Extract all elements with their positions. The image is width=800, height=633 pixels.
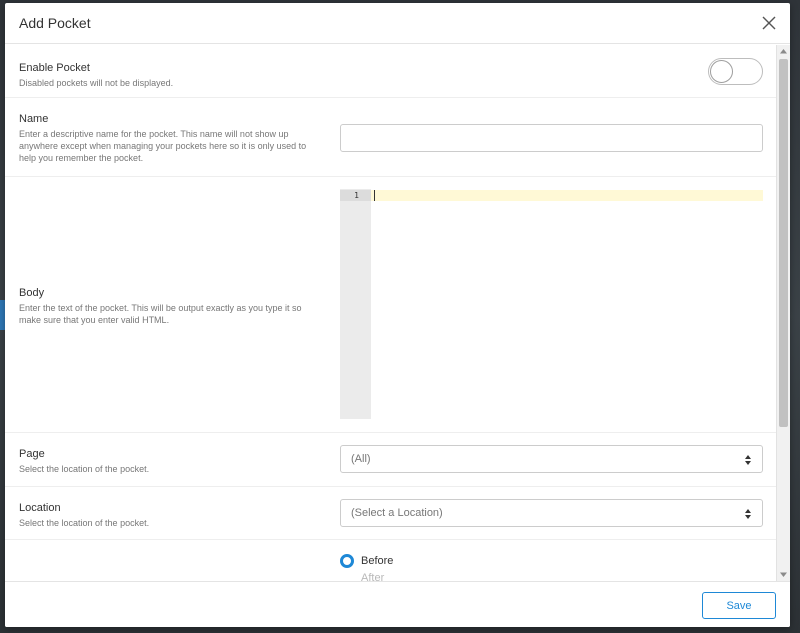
page-title: Page bbox=[19, 448, 45, 460]
location-select-value: (Select a Location) bbox=[351, 507, 443, 519]
close-icon bbox=[762, 16, 776, 30]
modal-footer: Save bbox=[5, 581, 790, 627]
add-pocket-modal: Add Pocket Enable Pocket Disabled pocket… bbox=[5, 3, 790, 627]
body-label-group: Body Enter the text of the pocket. This … bbox=[19, 287, 314, 326]
toggle-knob bbox=[710, 60, 733, 83]
location-title: Location bbox=[19, 502, 61, 514]
modal-header: Add Pocket bbox=[5, 3, 790, 44]
scroll-up-arrow-icon[interactable] bbox=[777, 45, 790, 58]
name-label-group: Name Enter a descriptive name for the po… bbox=[19, 113, 314, 164]
radio-before-label: Before bbox=[361, 555, 394, 567]
name-row: Name Enter a descriptive name for the po… bbox=[5, 98, 776, 177]
page-description: Select the location of the pocket. bbox=[19, 464, 150, 474]
sort-arrows-icon bbox=[745, 455, 751, 465]
name-input[interactable] bbox=[340, 124, 763, 152]
page-select[interactable]: (All) bbox=[340, 445, 763, 473]
body-code-editor[interactable]: 1 bbox=[340, 189, 763, 419]
sort-arrows-icon bbox=[745, 509, 751, 519]
modal-title: Add Pocket bbox=[19, 15, 91, 31]
page-select-value: (All) bbox=[351, 453, 371, 465]
close-button[interactable] bbox=[760, 14, 778, 32]
editor-active-line bbox=[371, 190, 763, 201]
position-row: Before After bbox=[5, 540, 776, 581]
body-description: Enter the text of the pocket. This will … bbox=[19, 303, 302, 325]
modal-scrollbar[interactable] bbox=[776, 45, 790, 581]
page-label-group: Page Select the location of the pocket. bbox=[19, 448, 319, 475]
form-content: Enable Pocket Disabled pockets will not … bbox=[5, 45, 776, 581]
editor-cursor bbox=[374, 190, 375, 201]
name-title: Name bbox=[19, 113, 49, 125]
location-description: Select the location of the pocket. bbox=[19, 518, 150, 528]
body-title: Body bbox=[19, 287, 45, 299]
location-label-group: Location Select the location of the pock… bbox=[19, 502, 319, 529]
line-number: 1 bbox=[340, 190, 371, 201]
scrollbar-thumb[interactable] bbox=[779, 59, 788, 427]
name-description: Enter a descriptive name for the pocket.… bbox=[19, 129, 307, 163]
enable-pocket-toggle[interactable] bbox=[708, 58, 763, 85]
body-row: Body Enter the text of the pocket. This … bbox=[5, 177, 776, 433]
enable-pocket-description: Disabled pockets will not be displayed. bbox=[19, 78, 174, 88]
editor-gutter: 1 bbox=[340, 189, 371, 419]
radio-after-label: After bbox=[361, 572, 385, 581]
save-button[interactable]: Save bbox=[702, 592, 776, 619]
location-select[interactable]: (Select a Location) bbox=[340, 499, 763, 527]
enable-pocket-title: Enable Pocket bbox=[19, 62, 90, 74]
radio-before[interactable] bbox=[340, 554, 354, 568]
location-row: Location Select the location of the pock… bbox=[5, 487, 776, 540]
enable-pocket-label-group: Enable Pocket Disabled pockets will not … bbox=[19, 62, 319, 89]
scroll-down-arrow-icon[interactable] bbox=[777, 568, 790, 581]
modal-body: Enable Pocket Disabled pockets will not … bbox=[5, 45, 790, 581]
page-row: Page Select the location of the pocket. … bbox=[5, 433, 776, 487]
enable-pocket-row: Enable Pocket Disabled pockets will not … bbox=[5, 45, 776, 98]
